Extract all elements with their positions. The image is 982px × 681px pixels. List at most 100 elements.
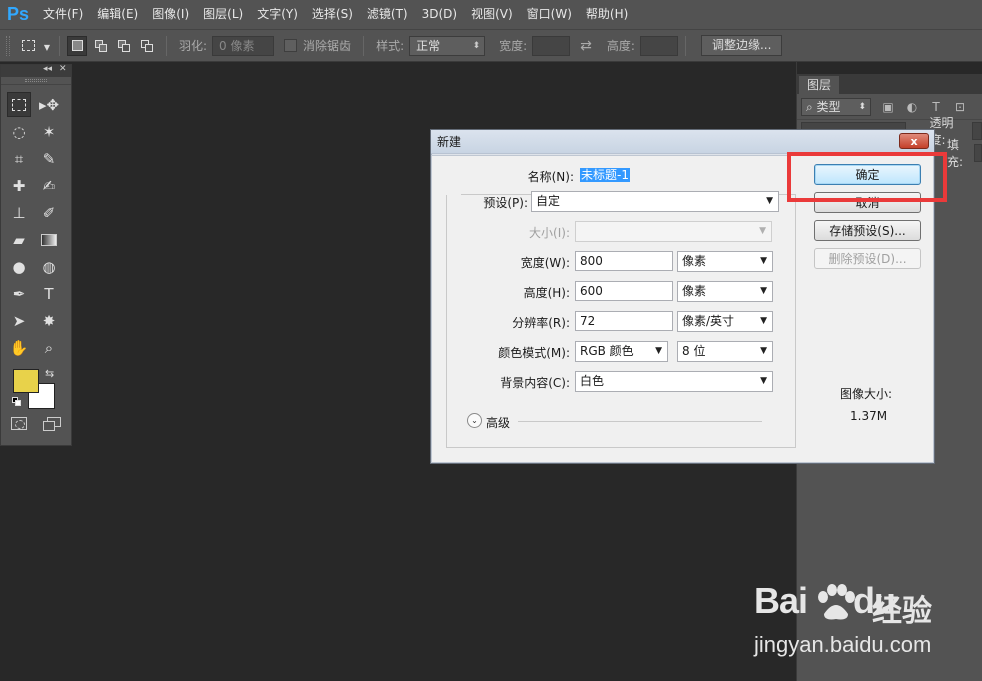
default-colors-icon[interactable] — [12, 397, 22, 407]
new-selection-icon — [71, 40, 83, 51]
menu-edit[interactable]: 编辑(E) — [90, 0, 145, 29]
refine-edge-button[interactable]: 调整边缘... — [700, 35, 783, 56]
chevron-down-icon: ▼ — [759, 226, 766, 236]
menu-3d[interactable]: 3D(D) — [415, 0, 464, 29]
resolution-input[interactable]: 72 — [575, 311, 673, 331]
intersect-selection-icon — [140, 40, 153, 52]
name-input[interactable]: 未标题-1 — [575, 165, 787, 185]
gradient-icon[interactable] — [37, 227, 61, 252]
healing-brush-icon[interactable]: ✚ — [7, 173, 31, 198]
preset-select[interactable]: 自定 ▼ — [531, 191, 779, 212]
shape-icon[interactable]: ✸ — [37, 308, 61, 333]
resolution-unit-select[interactable]: 像素/英寸 ▼ — [677, 311, 773, 332]
blur-icon[interactable]: ● — [7, 254, 31, 279]
height-unit-select[interactable]: 像素 ▼ — [677, 281, 773, 302]
shape-filter-icon[interactable]: ⊡ — [953, 100, 967, 114]
swap-colors-icon[interactable]: ⇆ — [45, 367, 54, 380]
fill-input[interactable] — [973, 144, 982, 162]
tool-preset-picker[interactable]: ▼ — [22, 35, 52, 57]
style-select[interactable]: 正常 ⬍ — [409, 35, 486, 56]
size-label: 大小(I): — [529, 226, 570, 240]
menu-items: 文件(F) 编辑(E) 图像(I) 图层(L) 文字(Y) 选择(S) 滤镜(T… — [36, 0, 635, 29]
background-contents-value: 白色 — [580, 374, 605, 388]
background-contents-select[interactable]: 白色 ▼ — [575, 371, 773, 392]
path-selection-icon[interactable]: ➤ — [7, 308, 31, 333]
subtract-selection-button[interactable] — [113, 36, 133, 56]
toolbox-grip[interactable] — [1, 77, 71, 85]
add-to-selection-button[interactable] — [90, 36, 110, 56]
tool-row: ✋ ⌕ — [7, 334, 67, 361]
menu-window[interactable]: 窗口(W) — [520, 0, 579, 29]
panel-dock-strip — [797, 62, 982, 74]
collapse-icon[interactable]: ◂◂ — [43, 64, 52, 74]
menu-view[interactable]: 视图(V) — [464, 0, 520, 29]
updown-icon: ⬍ — [472, 40, 481, 51]
crop-icon[interactable]: ⌗ — [7, 146, 31, 171]
menu-type[interactable]: 文字(Y) — [250, 0, 305, 29]
hand-icon[interactable]: ✋ — [7, 335, 31, 360]
close-icon[interactable]: ✕ — [59, 64, 67, 74]
size-select[interactable]: ▼ — [575, 221, 772, 242]
antialias-checkbox[interactable] — [284, 39, 298, 52]
width-unit-select[interactable]: 像素 ▼ — [677, 251, 773, 272]
menu-file[interactable]: 文件(F) — [36, 0, 90, 29]
expand-advanced-icon[interactable]: ⌄ — [467, 413, 482, 428]
adjustment-filter-icon[interactable]: ◐ — [905, 100, 919, 114]
watermark-url: jingyan.baidu.com — [754, 632, 932, 657]
pen-icon[interactable]: ✒ — [7, 281, 31, 306]
layer-kind-select[interactable]: ⌕ 类型 ⬍ — [801, 97, 871, 116]
menu-image[interactable]: 图像(I) — [145, 0, 196, 29]
mode-row — [1, 417, 71, 431]
zoom-icon[interactable]: ⌕ — [37, 335, 61, 360]
pixel-filter-icon[interactable]: ▣ — [881, 100, 895, 114]
lasso-icon[interactable]: ◌ — [7, 119, 31, 144]
delete-preset-button[interactable]: 删除预设(D)... — [814, 248, 921, 269]
menu-layer[interactable]: 图层(L) — [196, 0, 250, 29]
baidu-jingyan-watermark: Bai du 经验 jingyan.baidu.com — [754, 580, 982, 670]
preset-label: 预设(P): — [483, 196, 528, 210]
swap-dimensions-icon[interactable]: ⇄ — [580, 38, 592, 54]
tool-row: ✚ ✍ — [7, 172, 67, 199]
new-selection-button[interactable] — [67, 35, 87, 56]
opacity-input[interactable] — [972, 122, 982, 140]
width-input[interactable]: 800 — [575, 251, 673, 271]
options-bar-grip[interactable] — [6, 35, 10, 56]
screen-mode-icon[interactable] — [43, 417, 61, 431]
intersect-selection-button[interactable] — [136, 36, 156, 56]
color-mode-select[interactable]: RGB 颜色 ▼ — [575, 341, 668, 362]
chevron-down-icon: ▼ — [760, 346, 767, 356]
eyedropper-icon[interactable]: ✎ — [37, 146, 61, 171]
foreground-color-swatch[interactable] — [13, 369, 39, 393]
magic-wand-icon[interactable]: ✶ — [37, 119, 61, 144]
advanced-label[interactable]: 高级 — [486, 414, 510, 431]
menu-filter[interactable]: 滤镜(T) — [360, 0, 415, 29]
type-icon[interactable]: T — [37, 281, 61, 306]
photoshop-logo[interactable]: Ps — [0, 0, 36, 29]
color-mode-label: 颜色模式(M): — [498, 346, 570, 360]
panel-tabs: 图层 — [797, 74, 982, 94]
feather-input[interactable]: 0 像素 — [212, 35, 275, 56]
menu-select[interactable]: 选择(S) — [305, 0, 360, 29]
name-label: 名称(N): — [527, 170, 574, 184]
marquee-icon[interactable] — [7, 92, 32, 117]
history-brush-icon[interactable]: ✐ — [37, 200, 61, 225]
dialog-titlebar[interactable]: 新建 x — [431, 130, 934, 154]
tool-row: ▸✥ — [7, 91, 67, 118]
brush-icon[interactable]: ✍ — [37, 173, 61, 198]
height-input[interactable]: 600 — [575, 281, 673, 301]
type-filter-icon[interactable]: T — [929, 100, 943, 114]
save-preset-button[interactable]: 存储预设(S)... — [814, 220, 921, 241]
height-input[interactable] — [639, 35, 678, 56]
quick-mask-icon[interactable] — [11, 417, 27, 430]
width-input[interactable] — [532, 35, 571, 56]
resolution-label: 分辨率(R): — [512, 316, 570, 330]
tab-layers[interactable]: 图层 — [799, 76, 840, 94]
chevron-down-icon: ▼ — [760, 256, 767, 266]
dialog-close-button[interactable]: x — [899, 133, 929, 149]
dodge-icon[interactable]: ◍ — [37, 254, 61, 279]
bit-depth-select[interactable]: 8 位 ▼ — [677, 341, 773, 362]
clone-stamp-icon[interactable]: ⊥ — [7, 200, 31, 225]
menu-help[interactable]: 帮助(H) — [579, 0, 635, 29]
move-icon[interactable]: ▸✥ — [37, 92, 61, 117]
eraser-icon[interactable]: ▰ — [7, 227, 31, 252]
